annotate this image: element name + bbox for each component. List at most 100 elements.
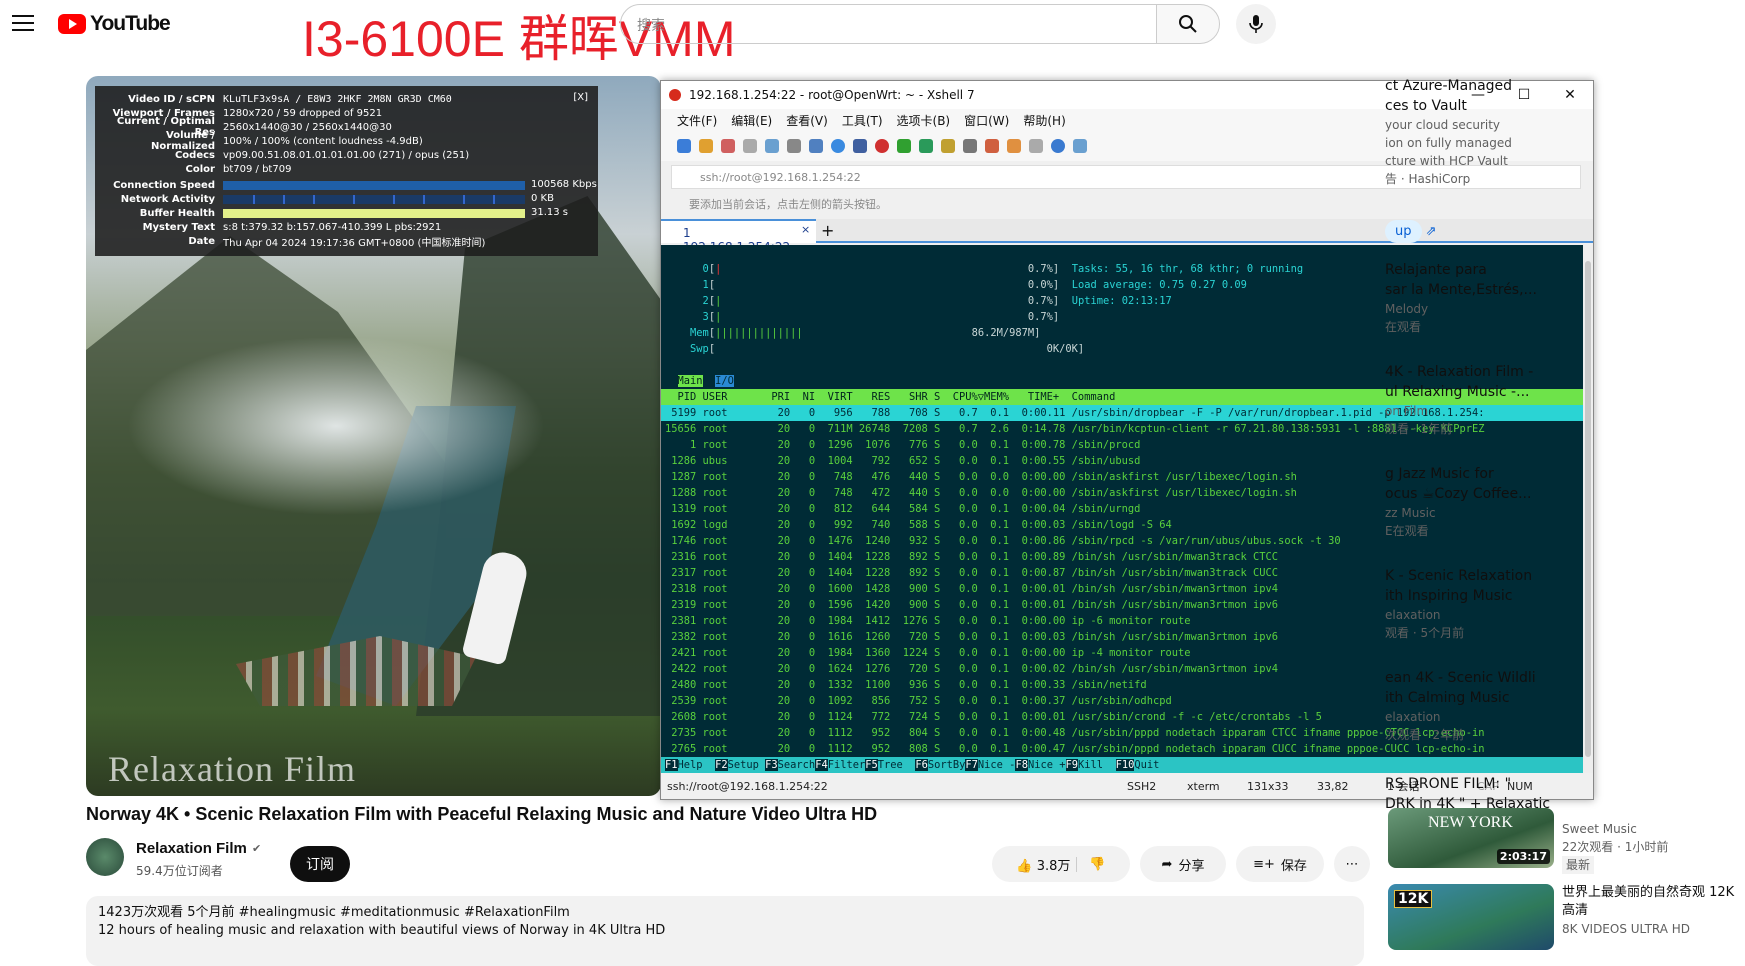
video-title: Norway 4K • Scenic Relaxation Film with … [86, 804, 878, 824]
stats-connection-speed: Connection Speed 100568 Kbps [113, 178, 597, 191]
save-button[interactable]: ≡+ 保存 [1236, 846, 1324, 882]
stats-row: Codecs vp09.00.51.08.01.01.01.01.00 (271)… [174, 149, 470, 161]
fullscreen-icon[interactable] [919, 139, 933, 153]
lock-icon[interactable] [941, 139, 955, 153]
verified-icon: ✔ [252, 842, 262, 855]
function-key[interactable]: F7 [965, 759, 978, 771]
connect-icon[interactable] [721, 139, 735, 153]
channel-name[interactable]: Relaxation Film [136, 840, 247, 857]
properties-icon[interactable] [765, 139, 779, 153]
function-key[interactable]: F3 [765, 759, 778, 771]
function-key-label: Nice + [1027, 759, 1066, 771]
function-key[interactable]: F9 [1065, 759, 1079, 771]
htop-load: Load average: 0.75 0.27 0.09 [1071, 279, 1247, 291]
menu-help[interactable]: 帮助(H) [1023, 112, 1065, 129]
script-icon[interactable] [1007, 139, 1021, 153]
status-cursor-pos: 33,82 [1317, 779, 1349, 793]
subscribe-button[interactable]: 订阅 [290, 846, 350, 882]
function-key-label: Help [677, 759, 716, 771]
function-key[interactable]: F5 [865, 759, 878, 771]
new-session-icon[interactable] [677, 139, 691, 153]
video-scene-cloud [126, 336, 546, 516]
function-key[interactable]: F6 [915, 759, 928, 771]
keyboard-icon[interactable] [963, 139, 977, 153]
channel-avatar[interactable] [86, 838, 124, 876]
status-connection: ssh://root@192.168.1.254:22 [667, 779, 828, 793]
sidebar-video[interactable]: K - Scenic Relaxation ith Inspiring Music… [1385, 566, 1745, 642]
highlight-icon[interactable] [985, 139, 999, 153]
menu-view[interactable]: 查看(V) [786, 112, 828, 129]
function-key-label: Filter [827, 759, 866, 771]
new-tab-button[interactable]: + [821, 221, 834, 240]
like-button[interactable]: 👍 3.8万 [1016, 855, 1070, 874]
like-dislike-group: 👍 3.8万 👎 [992, 846, 1130, 882]
search-button[interactable] [1156, 4, 1220, 44]
htop-tasks: Tasks: 55, 16 thr, 68 kthr; 0 running [1071, 263, 1304, 275]
video-thumbnail[interactable]: NEW YORK 2:03:17 [1388, 808, 1554, 868]
menu-tools[interactable]: 工具(T) [842, 112, 883, 129]
globe-icon[interactable] [831, 139, 845, 153]
search-input[interactable]: 搜索 [620, 4, 1157, 44]
sidebar-video[interactable]: g Jazz Music for ocus ☕Cozy Coffee... zz M… [1385, 464, 1745, 540]
help-icon[interactable] [1051, 139, 1065, 153]
search-icon [1179, 15, 1197, 33]
stats-network-activity: Network Activity 0 KB [120, 192, 554, 205]
stats-row: Volume / Normalized 100% / 100% (content … [151, 130, 423, 152]
menu-tabs[interactable]: 选项卡(B) [897, 112, 951, 129]
youtube-brand: YouTube [90, 12, 171, 35]
view-count-and-tags: 1423万次观看 5个月前 #healingmusic #meditationm… [98, 905, 570, 920]
more-actions-button[interactable]: ⋯ [1334, 846, 1370, 882]
stats-close-button[interactable]: [X] [573, 92, 588, 103]
open-folder-icon[interactable] [699, 139, 713, 153]
htop-tab-main[interactable]: Main [677, 375, 703, 387]
stats-row: Date Thu Apr 04 2024 19:17:36 GMT+0800 (中… [188, 235, 486, 249]
voice-search-button[interactable] [1236, 4, 1276, 44]
youtube-play-icon [58, 14, 86, 34]
disconnect-icon[interactable] [743, 139, 757, 153]
function-key-label: Setup [727, 759, 766, 771]
description-text: 12 hours of healing music and relaxation… [98, 923, 666, 938]
window-title: 192.168.1.254:22 - root@OpenWrt: ~ - Xsh… [689, 88, 975, 102]
menu-file[interactable]: 文件(F) [677, 112, 717, 129]
function-key[interactable]: F4 [815, 759, 828, 771]
external-link-icon: ⇗ [1425, 224, 1437, 239]
function-key-label: SortBy [927, 759, 966, 771]
font-icon[interactable] [853, 139, 867, 153]
status-term-size: 131x33 [1247, 779, 1289, 793]
xshell-logo-icon [669, 89, 681, 101]
sidebar-video[interactable]: Relajante para sar la Mente,Estrés,... Mel… [1385, 260, 1745, 336]
menu-icon[interactable] [12, 12, 34, 34]
sidebar-video-meta: 世界上最美丽的自然奇观 12K 高清 8K VIDEOS ULTRA HD [1562, 885, 1735, 936]
save-icon: ≡+ [1253, 856, 1275, 872]
function-key[interactable]: F8 [1015, 759, 1028, 771]
chat-icon[interactable] [1073, 139, 1087, 153]
sidebar-ad[interactable]: ct Azure-Managed ces to Vault your cloud … [1385, 76, 1745, 188]
stats-for-nerds-panel: [X] Video ID / sCPN KLuTLF3x9sA / E8W3 2H… [95, 86, 598, 256]
find-icon[interactable] [787, 139, 801, 153]
tab-close-icon[interactable]: × [801, 223, 810, 236]
xmanager-icon[interactable] [897, 139, 911, 153]
htop-tab-io[interactable]: I/O [715, 375, 734, 387]
video-description[interactable]: 1423万次观看 5个月前 #healingmusic #meditationm… [86, 896, 1364, 966]
new-window-icon[interactable] [809, 139, 823, 153]
menu-window[interactable]: 窗口(W) [964, 112, 1009, 129]
sidebar-video[interactable]: ean 4K - Scenic Wildli ith Calming Music e… [1385, 668, 1745, 744]
stats-buffer-health: Buffer Health 31.13 s [139, 206, 569, 219]
sidebar-ad-button[interactable]: up ⇗ [1385, 220, 1745, 243]
dislike-button[interactable]: 👎 [1076, 856, 1106, 872]
function-key[interactable]: F1 [665, 759, 678, 771]
function-key-label: Kill [1078, 759, 1116, 771]
menu-edit[interactable]: 编辑(E) [731, 112, 772, 129]
stats-row: Mystery Text s:8 t:379.32 b:157.067-410.3… [142, 221, 442, 233]
function-key[interactable]: F10 [1115, 759, 1135, 771]
function-key[interactable]: F2 [715, 759, 728, 771]
video-thumbnail[interactable]: 12K [1388, 884, 1554, 950]
sidebar-video[interactable]: 4K - Relaxation Film - ul Relaxing Music … [1385, 362, 1745, 438]
session-tab[interactable]: 1 192.168.1.254:22 [661, 219, 816, 254]
layout-icon[interactable] [1029, 139, 1043, 153]
status-term-type: xterm [1187, 779, 1220, 793]
share-button[interactable]: ➦ 分享 [1140, 846, 1226, 882]
xftp-icon[interactable] [875, 139, 889, 153]
subscriber-count: 59.4万位订阅者 [136, 864, 223, 878]
youtube-logo[interactable]: YouTube [58, 12, 171, 36]
